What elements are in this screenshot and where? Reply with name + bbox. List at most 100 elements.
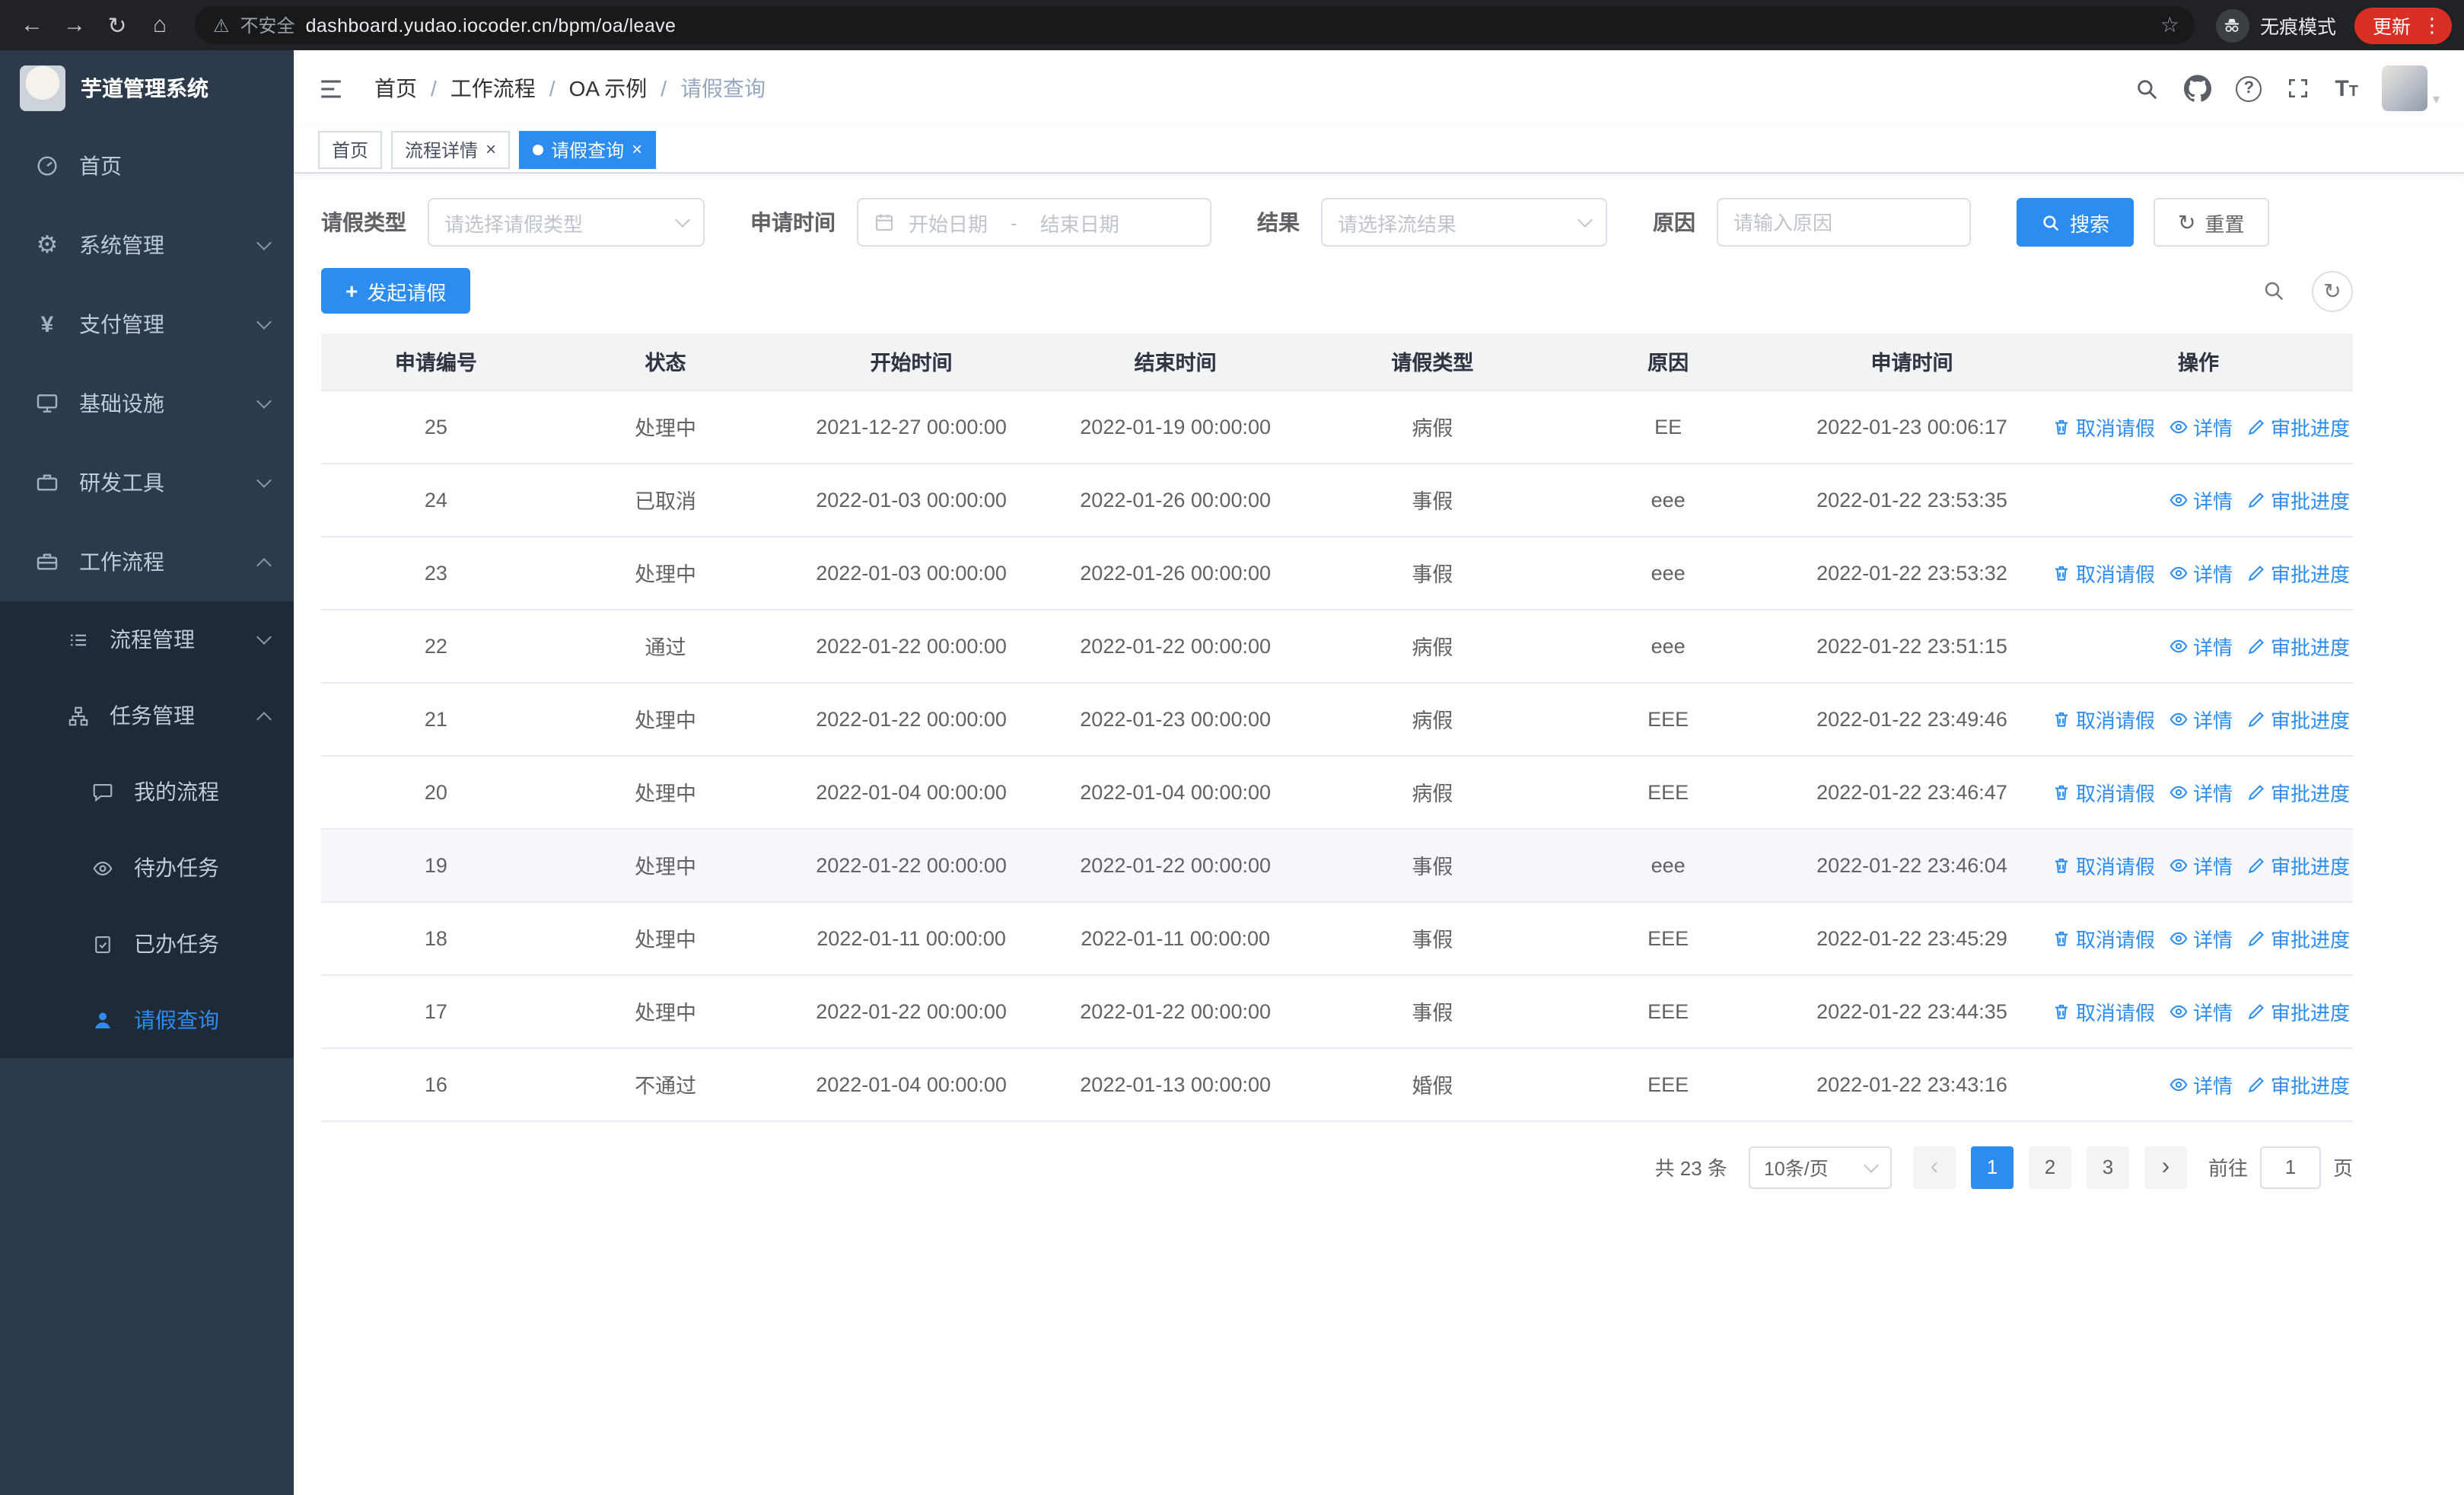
detail-link[interactable]: 详情 [2169,631,2233,660]
breadcrumb-separator: / [431,76,437,100]
pen-icon [2248,565,2264,581]
close-icon[interactable]: × [485,139,496,160]
detail-link[interactable]: 详情 [2169,923,2233,952]
detail-link[interactable]: 详情 [2169,412,2233,441]
apply-time-range-picker[interactable]: 开始日期 - 结束日期 [857,198,1211,247]
font-size-icon[interactable]: TT [2335,75,2358,101]
detail-link[interactable]: 详情 [2169,704,2233,733]
search-button[interactable]: 搜索 [2017,198,2135,247]
approval-progress-link[interactable]: 审批进度 [2246,631,2350,660]
tab-leave-query[interactable]: 请假查询 × [519,130,657,168]
result-select[interactable]: 请选择流结果 [1321,198,1607,247]
home-button[interactable]: ⌂ [140,5,180,45]
sidebar-item-done-tasks[interactable]: 已办任务 [0,906,294,982]
cancel-leave-link[interactable]: 取消请假 [2052,412,2155,441]
breadcrumb-oa-example[interactable]: OA 示例 [569,73,648,104]
refresh-table-icon[interactable]: ↻ [2312,270,2353,311]
cancel-leave-link[interactable]: 取消请假 [2052,558,2155,587]
app: 芋道管理系统 首页 ⚙ 系统管理 ¥ 支付管理 基础设施 研发工具 工作流程 流… [0,50,2464,1495]
detail-link[interactable]: 详情 [2169,850,2233,879]
tab-process-detail[interactable]: 流程详情 × [391,130,511,168]
leave-type-select[interactable]: 请选择请假类型 [428,198,705,247]
reason-input[interactable] [1733,211,1954,234]
detail-link[interactable]: 详情 [2169,996,2233,1025]
goto-page-input[interactable] [2259,1146,2321,1188]
eye-icon [2170,1077,2188,1091]
cell-operations: 取消请假 详情 审批进度 [2044,755,2353,829]
header-search-icon[interactable] [2134,75,2160,101]
address-bar[interactable]: ⚠ 不安全 dashboard.yudao.iocoder.cn/bpm/oa/… [195,6,2195,44]
github-icon[interactable] [2184,75,2212,102]
security-warning-label: 不安全 [240,15,295,37]
sidebar-item-leave-query[interactable]: 请假查询 [0,982,294,1058]
browser-menu-icon[interactable]: ⋮ [2421,13,2443,37]
sidebar-item-system[interactable]: ⚙ 系统管理 [0,206,294,285]
approval-progress-link[interactable]: 审批进度 [2246,777,2350,806]
cell-apply-id: 17 [321,974,551,1048]
sidebar-item-task-management[interactable]: 任务管理 [0,677,294,754]
cell-end-time: 2022-01-23 00:00:00 [1042,682,1309,756]
approval-progress-link[interactable]: 审批进度 [2246,558,2350,587]
detail-link[interactable]: 详情 [2169,485,2233,514]
sidebar-item-payment[interactable]: ¥ 支付管理 [0,285,294,364]
breadcrumb-home[interactable]: 首页 [374,73,417,104]
cell-start-time: 2022-01-03 00:00:00 [780,536,1043,610]
reload-button[interactable]: ↻ [97,5,137,45]
cell-leave-type: 病假 [1308,390,1557,464]
sidebar-item-todo-tasks[interactable]: 待办任务 [0,830,294,906]
sidebar-item-workflow[interactable]: 工作流程 [0,522,294,601]
cell-operations: 取消请假 详情 审批进度 [2044,390,2353,464]
trash-icon [2055,565,2068,580]
page-button-3[interactable]: 3 [2086,1146,2129,1188]
sidebar-item-my-process[interactable]: 我的流程 [0,754,294,830]
cancel-leave-link[interactable]: 取消请假 [2052,923,2155,952]
approval-progress-link[interactable]: 审批进度 [2246,412,2350,441]
approval-progress-link[interactable]: 审批进度 [2246,1069,2350,1098]
approval-progress-link[interactable]: 审批进度 [2246,923,2350,952]
sidebar-item-process-management[interactable]: 流程管理 [0,601,294,677]
sidebar-item-home[interactable]: 首页 [0,126,294,206]
detail-label: 详情 [2192,636,2233,658]
tab-home[interactable]: 首页 [318,130,383,168]
detail-link[interactable]: 详情 [2169,1069,2233,1098]
cancel-leave-link[interactable]: 取消请假 [2052,704,2155,733]
trash-icon [2055,930,2068,945]
toggle-search-icon[interactable] [2262,279,2286,303]
page-size-select[interactable]: 10条/页 [1748,1146,1892,1188]
cell-apply-id: 19 [321,828,551,902]
prev-page-button[interactable]: ‹ [1912,1146,1956,1188]
approval-progress-link[interactable]: 审批进度 [2246,485,2350,514]
forward-button[interactable]: → [55,5,94,45]
page-button-2[interactable]: 2 [2028,1146,2071,1188]
table-header-row: 申请编号 状态 开始时间 结束时间 请假类型 原因 申请时间 操作 [321,333,2353,390]
update-button[interactable]: 更新 ⋮ [2354,7,2452,43]
menu-label: 工作流程 [79,550,164,574]
detail-link[interactable]: 详情 [2169,777,2233,806]
create-leave-button[interactable]: + 发起请假 [321,268,471,314]
user-menu[interactable]: ▾ [2382,65,2440,111]
approval-progress-link[interactable]: 审批进度 [2246,850,2350,879]
approval-progress-link[interactable]: 审批进度 [2246,996,2350,1025]
hamburger-icon[interactable] [318,75,344,101]
cancel-leave-link[interactable]: 取消请假 [2052,777,2155,806]
cancel-leave-link[interactable]: 取消请假 [2052,996,2155,1025]
sidebar-item-dev-tools[interactable]: 研发工具 [0,443,294,522]
detail-link[interactable]: 详情 [2169,558,2233,587]
chevron-up-icon [256,557,272,572]
workflow-submenu: 流程管理 任务管理 我的流程 待办任务 已办任务 请假查询 [0,601,294,1058]
refresh-icon: ↻ [2178,210,2196,234]
fullscreen-icon[interactable] [2286,76,2310,100]
next-page-button[interactable]: › [2144,1146,2187,1188]
back-button[interactable]: ← [12,5,52,45]
reset-button[interactable]: ↻ 重置 [2154,198,2269,247]
sidebar-item-infrastructure[interactable]: 基础设施 [0,364,294,443]
logo-avatar [20,65,65,111]
help-icon[interactable]: ? [2236,75,2262,101]
page-button-1[interactable]: 1 [1970,1146,2014,1188]
approval-progress-link[interactable]: 审批进度 [2246,704,2350,733]
bookmark-star-icon[interactable]: ☆ [2160,12,2179,38]
breadcrumb-workflow[interactable]: 工作流程 [450,73,536,104]
select-placeholder: 请选择请假类型 [444,212,584,235]
close-icon[interactable]: × [632,139,642,160]
cancel-leave-link[interactable]: 取消请假 [2052,850,2155,879]
